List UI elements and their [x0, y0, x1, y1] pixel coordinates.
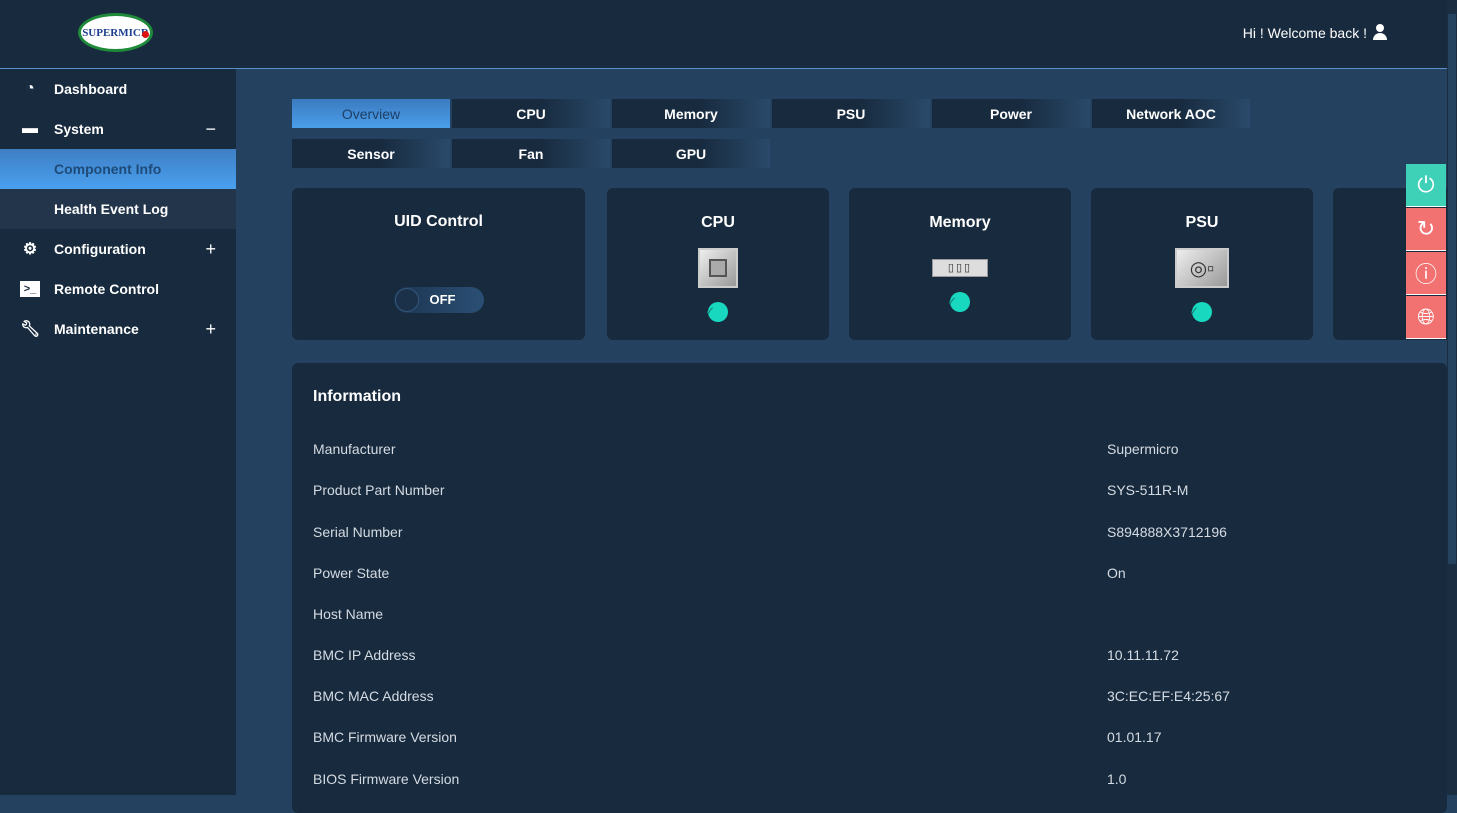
tab-sensor[interactable]: Sensor: [292, 139, 450, 168]
memory-icon: ▯▯▯: [932, 259, 988, 277]
sidebar-item-maintenance[interactable]: 🔧︎ Maintenance +: [0, 309, 236, 349]
row-label: Serial Number: [313, 524, 403, 540]
card-title: CPU: [701, 214, 735, 231]
toggle-state: OFF: [429, 292, 456, 307]
row-value: Supermicro: [1107, 441, 1179, 457]
nav-label: Dashboard: [54, 81, 128, 97]
info-row: BIOS Firmware Version 1.0: [313, 771, 1413, 787]
tab-power[interactable]: Power: [932, 99, 1090, 128]
info-icon: ⓘ: [1414, 262, 1437, 287]
gear-icon: ⚙: [22, 241, 38, 258]
panel-title: Information: [313, 388, 401, 405]
nav-label: Health Event Log: [54, 201, 169, 217]
reset-button[interactable]: ↻: [1406, 208, 1446, 251]
row-value: S894888X3712196: [1107, 524, 1227, 540]
row-value: 1.0: [1107, 771, 1127, 787]
cpu-card[interactable]: CPU: [607, 188, 829, 340]
wrench-icon: 🔧︎: [20, 321, 41, 338]
power-button[interactable]: ⏻: [1406, 164, 1446, 207]
sidebar-item-system[interactable]: ▬ System −: [0, 109, 236, 149]
memory-card[interactable]: Memory ▯▯▯: [849, 188, 1071, 340]
sidebar-item-health-event-log[interactable]: Health Event Log: [0, 189, 236, 229]
terminal-icon: >_: [20, 281, 40, 297]
info-row: Serial Number S894888X3712196: [313, 524, 1413, 540]
language-button[interactable]: 🌐︎: [1406, 296, 1446, 339]
uid-toggle[interactable]: OFF: [393, 287, 484, 313]
top-header: SUPERMICR Hi ! Welcome back !: [0, 0, 1447, 69]
scrollbar[interactable]: [1447, 0, 1457, 795]
expand-icon: +: [205, 238, 216, 259]
info-row: Manufacturer Supermicro: [313, 441, 1413, 457]
row-label: Host Name: [313, 606, 384, 622]
nav-label: Maintenance: [54, 321, 139, 337]
status-ok-icon: [947, 292, 970, 312]
welcome-text: Hi ! Welcome back !: [1242, 24, 1367, 41]
toggle-knob: [394, 288, 419, 312]
sidebar-item-component-info[interactable]: Component Info: [0, 149, 236, 189]
globe-icon: 🌐︎: [1417, 304, 1435, 329]
tab-psu[interactable]: PSU: [772, 99, 930, 128]
monitor-icon: ▬: [22, 120, 38, 137]
sidebar-item-remote-control[interactable]: >_ Remote Control: [0, 269, 236, 309]
status-ok-icon: [705, 302, 728, 322]
row-label: BIOS Firmware Version: [313, 771, 460, 787]
status-ok-icon: [1189, 302, 1212, 322]
info-row: BMC MAC Address 3C:EC:EF:E4:25:67: [313, 688, 1413, 704]
row-value: SYS-511R-M: [1107, 482, 1189, 498]
nav-label: Configuration: [54, 241, 146, 257]
nav-label: Remote Control: [54, 281, 159, 297]
uid-control-card: UID Control OFF: [292, 188, 585, 340]
info-row: Host Name: [313, 606, 1413, 622]
tab-gpu[interactable]: GPU: [612, 139, 770, 168]
sidebar-item-configuration[interactable]: ⚙ Configuration +: [0, 229, 236, 269]
nav-label: System: [54, 121, 104, 137]
tab-cpu[interactable]: CPU: [452, 99, 610, 128]
nav-label: Component Info: [54, 161, 162, 177]
sidebar: ◔ Dashboard ▬ System − Component Info Healt…: [0, 69, 236, 795]
row-value: On: [1107, 565, 1126, 581]
refresh-icon: ↻: [1416, 216, 1436, 241]
row-value: 10.11.11.72: [1107, 647, 1179, 663]
info-row: BMC IP Address 10.11.11.72: [313, 647, 1413, 663]
row-label: Power State: [313, 565, 390, 581]
psu-card[interactable]: PSU ◎▫: [1091, 188, 1313, 340]
row-label: BMC Firmware Version: [313, 729, 457, 745]
expand-icon: +: [205, 318, 216, 339]
row-label: BMC IP Address: [313, 647, 416, 663]
dashboard-icon: ◔: [25, 80, 35, 97]
supermicro-logo[interactable]: SUPERMICR: [78, 13, 153, 52]
tab-fan[interactable]: Fan: [452, 139, 610, 168]
info-row: BMC Firmware Version 01.01.17: [313, 729, 1413, 745]
sidebar-item-dashboard[interactable]: ◔ Dashboard: [0, 69, 236, 109]
user-menu[interactable]: Hi ! Welcome back !: [1243, 24, 1387, 41]
row-value: 3C:EC:EF:E4:25:67: [1107, 688, 1230, 704]
card-title: Memory: [929, 214, 991, 231]
tab-network-aoc[interactable]: Network AOC: [1092, 99, 1250, 128]
psu-icon: ◎▫: [1175, 248, 1229, 288]
tab-overview[interactable]: Overview: [292, 99, 450, 128]
row-value: 01.01.17: [1107, 729, 1162, 745]
info-row: Product Part Number SYS-511R-M: [313, 482, 1413, 498]
cpu-icon: [698, 248, 738, 288]
user-icon: [1373, 24, 1387, 41]
power-icon: ⏻: [1417, 172, 1435, 197]
scrollbar-thumb[interactable]: [1448, 14, 1456, 564]
collapse-icon: −: [205, 118, 216, 139]
information-panel: Information Manufacturer Supermicro Produ…: [292, 363, 1447, 813]
row-label: BMC MAC Address: [313, 688, 434, 704]
info-row: Power State On: [313, 565, 1413, 581]
info-button[interactable]: ⓘ: [1406, 252, 1446, 295]
tab-memory[interactable]: Memory: [612, 99, 770, 128]
card-title: PSU: [1185, 214, 1219, 231]
row-label: Product Part Number: [313, 482, 445, 498]
row-label: Manufacturer: [313, 441, 396, 457]
card-title: UID Control: [394, 213, 483, 230]
